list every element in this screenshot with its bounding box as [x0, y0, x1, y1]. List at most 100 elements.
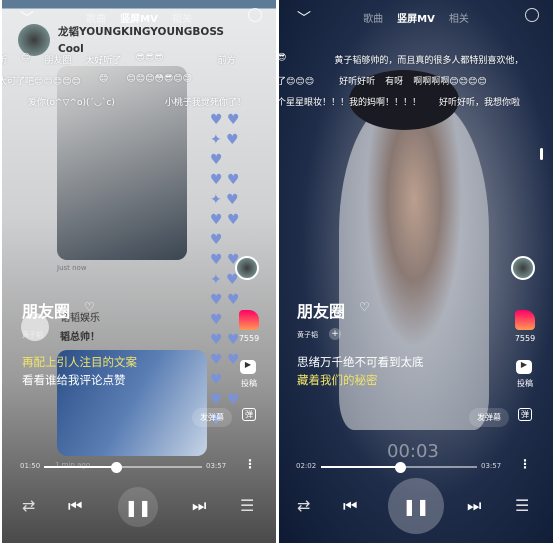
right-player-screen: ﹀ 歌曲 竖屏MV 相关 😎 黄子韬够帅的，而且真的很多人都特别喜欢他， 了😊😊😊… — [279, 0, 553, 543]
elapsed-time: 02:02 — [296, 462, 317, 470]
next-track-icon[interactable]: ⏭ — [192, 496, 206, 516]
tab-bar: 歌曲 竖屏MV 相关 — [279, 10, 553, 25]
heart-icon: ♥ ♥ — [210, 352, 240, 368]
comment-user-avatar[interactable] — [18, 24, 50, 56]
pause-button[interactable]: ❚❚ — [118, 487, 158, 527]
artist-name[interactable]: 黄子韬 — [297, 330, 318, 340]
danmaku: 有呀 — [385, 77, 404, 87]
tab-song[interactable]: 歌曲 — [86, 10, 106, 25]
upload-label: 投稿 — [241, 379, 257, 388]
lyric-next: 藏着我们的秘密 — [297, 373, 378, 387]
shuffle-repeat-icon[interactable]: ⇄ — [22, 496, 35, 515]
heart-icon: ♥ ♥ — [210, 392, 240, 408]
danmaku: 前方 — [217, 56, 236, 66]
post-text: 韬总帅！ — [60, 332, 100, 343]
next-track-icon[interactable]: ⏭ — [467, 496, 481, 516]
lyric-current: 再配上引人注目的文案 — [22, 355, 137, 369]
danmaku: 😎😎😎 — [135, 53, 164, 63]
danmaku: 😊 — [21, 53, 31, 63]
danmaku: 听 — [2, 56, 8, 66]
artist-avatar[interactable] — [235, 256, 259, 280]
danmaku: 小桃子我觉死你了！ — [164, 98, 246, 108]
like-thumb-icon[interactable] — [515, 310, 535, 330]
heart-icon: ♥ — [210, 152, 223, 168]
more-options-icon[interactable]: ⋮ — [519, 457, 531, 471]
danmaku-row-2: 太可了吧😊😊😊😊😊 😊 😊😊😊😳😎😊😊 — [2, 74, 192, 87]
previous-track-icon[interactable]: ⏮ — [68, 496, 82, 516]
heart-icon: ♥ ♥ — [210, 172, 240, 188]
follow-plus-icon[interactable]: + — [329, 328, 341, 340]
progress-thumb[interactable] — [111, 461, 123, 473]
send-danmaku-button[interactable]: 发弹幕 — [469, 408, 509, 427]
more-options-icon[interactable]: ⋮ — [244, 457, 256, 471]
lyric-current: 思绪万千绝不可看到太底 — [297, 355, 424, 369]
progress-slider[interactable] — [44, 461, 202, 473]
favorite-heart-icon[interactable]: ♡ — [359, 300, 370, 314]
danmaku-row-3: 爱你(o^▽^o)(ˊ◡ˋc)小桃子我觉死你了！Ra — [28, 95, 276, 108]
share-icon[interactable] — [248, 8, 262, 22]
playlist-icon[interactable]: ☰ — [240, 496, 254, 515]
danmaku-toggle-icon[interactable]: 弹 — [518, 408, 532, 421]
tab-related[interactable]: 相关 — [449, 10, 469, 25]
left-player-screen: ﹀ 歌曲 竖屏MV 相关 龙韬YOUNGKINGYOUNGBOSS Cool J… — [2, 0, 276, 543]
tab-vertical-mv[interactable]: 竖屏MV — [397, 10, 435, 25]
danmaku-row-1: 听 😊 朋友圈 太好听了 😎😎😎 前方 — [2, 53, 236, 66]
danmaku: 啊啊啊啊😊😊😊😊 — [413, 77, 487, 87]
tab-related[interactable]: 相关 — [172, 10, 192, 25]
duration: 03:57 — [481, 462, 502, 470]
heart-icon: ♥ — [210, 232, 223, 248]
duration: 03:57 — [206, 462, 227, 470]
upload-label: 投稿 — [517, 379, 533, 388]
danmaku: 😎 — [279, 53, 287, 63]
danmaku: 朋友圈 — [44, 56, 72, 66]
progress-thumb[interactable] — [395, 461, 407, 473]
tab-song[interactable]: 歌曲 — [363, 10, 383, 25]
artist-name[interactable]: 黄子韬 — [22, 330, 43, 340]
pause-button[interactable]: ❚❚ — [388, 478, 444, 534]
danmaku: 爱你(o^▽^o)(ˊ◡ˋc) — [28, 98, 115, 108]
progress-slider[interactable] — [321, 461, 477, 473]
playlist-icon[interactable]: ☰ — [515, 496, 529, 515]
upload-video-icon[interactable]: ▶ — [516, 360, 532, 374]
song-title: 朋友圈 — [22, 302, 71, 321]
heart-icon: ♥ ♥ — [210, 212, 240, 228]
post-time: Just now — [57, 264, 87, 272]
danmaku-row-3: 个星星眼妆！！！我的妈啊！！！！ 好听好听，我想你啦 — [279, 95, 520, 108]
tab-bar: 歌曲 竖屏MV 相关 — [2, 10, 276, 25]
progress-fill — [44, 466, 117, 468]
favorite-heart-icon[interactable]: ♡ — [84, 300, 95, 314]
heart-icon: ♥ ♥ — [210, 292, 240, 308]
previous-track-icon[interactable]: ⏮ — [343, 496, 357, 516]
lyric-next: 看看谁给我评论点赞 — [22, 373, 126, 387]
danmaku-row-2: 了😊😊😊 好听好听 有呀 啊啊啊啊😊😊😊😊 — [279, 74, 487, 87]
tab-vertical-mv[interactable]: 竖屏MV — [120, 10, 158, 25]
artist-avatar[interactable] — [511, 256, 535, 280]
danmaku-row-1: 😎 黄子韬够帅的，而且真的很多人都特别喜欢他， — [279, 53, 523, 66]
danmaku: 😊 — [98, 74, 109, 84]
danmaku: 太好听了 — [85, 56, 122, 66]
danmaku: 个星星眼妆！！！我的妈啊！！！！ — [279, 98, 422, 108]
danmaku: 😊😊😊😳😎😊😊 — [126, 74, 192, 84]
comment-user-name: 龙韬YOUNGKINGYOUNGBOSS — [58, 26, 224, 38]
progress-fill — [321, 466, 401, 468]
danmaku: 了😊😊😊 — [279, 77, 315, 87]
share-icon[interactable] — [525, 8, 539, 22]
like-count: 7559 — [514, 334, 536, 343]
heart-icon: ♥ ♥ — [210, 112, 240, 128]
danmaku: 太可了吧😊😊😊😊😊 — [2, 77, 81, 87]
danmaku: 好听好听，我想你啦 — [439, 98, 521, 108]
heart-icon: ✦ ♥ — [210, 132, 239, 148]
upload-video-icon[interactable]: ▶ — [240, 360, 256, 374]
scroll-indicator[interactable] — [540, 148, 543, 160]
danmaku: 好听好听 — [339, 77, 376, 87]
danmaku: 黄子韬够帅的，而且真的很多人都特别喜欢他， — [334, 56, 524, 66]
shuffle-repeat-icon[interactable]: ⇄ — [297, 496, 310, 515]
heart-icon: ♥ — [210, 312, 223, 328]
heart-icon: ✦ ♥ — [210, 192, 239, 208]
danmaku-toggle-icon[interactable]: 弹 — [242, 408, 256, 421]
song-title: 朋友圈 — [297, 302, 346, 321]
like-thumb-icon[interactable] — [239, 310, 259, 330]
seek-preview-time: 00:03 — [387, 441, 439, 462]
elapsed-time: 01:50 — [20, 462, 41, 470]
send-danmaku-button[interactable]: 发弹幕 — [192, 408, 232, 427]
